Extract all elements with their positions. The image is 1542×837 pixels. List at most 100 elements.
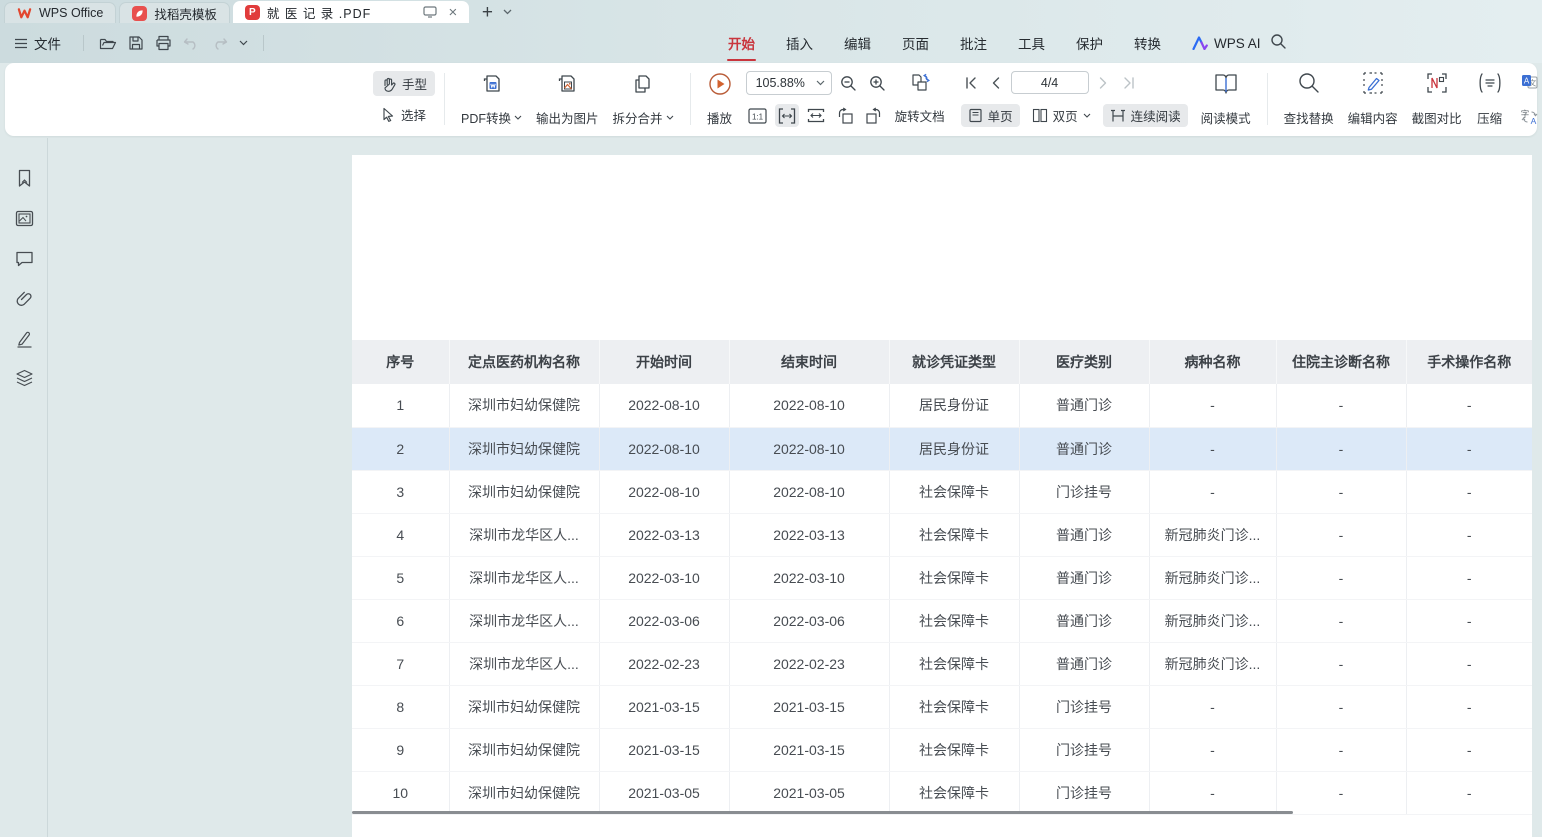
- present-monitor-icon[interactable]: [422, 4, 438, 20]
- divider: [83, 35, 84, 51]
- table-cell: -: [1276, 384, 1406, 427]
- rotate-right-icon[interactable]: [862, 104, 886, 127]
- table-cell: 社会保障卡: [889, 513, 1019, 556]
- svg-text:字: 字: [1521, 109, 1529, 119]
- ribbon-tab-home[interactable]: 开始: [727, 29, 756, 57]
- close-tab-icon[interactable]: ×: [445, 4, 461, 20]
- select-tool-button[interactable]: 选择: [373, 102, 435, 127]
- table-cell: 居民身份证: [889, 427, 1019, 470]
- ribbon-tab-edit[interactable]: 编辑: [843, 29, 872, 57]
- table-cell: 深圳市龙华区人...: [449, 642, 599, 685]
- table-cell: 深圳市龙华区人...: [449, 513, 599, 556]
- compress-icon: [1476, 71, 1504, 95]
- table-cell: 2021-03-05: [599, 771, 729, 814]
- new-tab-button[interactable]: +: [482, 3, 493, 22]
- ribbon-tab-insert[interactable]: 插入: [785, 29, 814, 57]
- column-header: 病种名称: [1149, 340, 1276, 384]
- pdf-convert-button[interactable]: PDF转换: [454, 70, 529, 128]
- prev-page-icon[interactable]: [986, 72, 1006, 94]
- table-cell: 3: [352, 470, 449, 513]
- file-menu-button[interactable]: 文件: [14, 33, 61, 53]
- fit-page-icon[interactable]: [804, 104, 828, 127]
- full-translate-button[interactable]: 文A 全文翻译: [1521, 72, 1542, 91]
- tab-list-chevron-icon[interactable]: [503, 9, 512, 15]
- column-header: 序号: [352, 340, 449, 384]
- split-merge-button[interactable]: 拆分合并: [606, 70, 681, 128]
- table-cell: 2021-03-15: [729, 728, 889, 771]
- cursor-icon: [381, 107, 395, 122]
- column-header: 定点医药机构名称: [449, 340, 599, 384]
- table-horizontal-scrollbar[interactable]: [352, 811, 1293, 814]
- bookmark-panel-icon[interactable]: [0, 158, 48, 198]
- table-cell: 2022-03-10: [729, 556, 889, 599]
- layers-panel-icon[interactable]: [0, 358, 48, 398]
- ribbon-search-icon[interactable]: [1270, 33, 1287, 50]
- ribbon-tab-tools[interactable]: 工具: [1017, 29, 1046, 57]
- table-row: 7深圳市龙华区人...2022-02-232022-02-23社会保障卡普通门诊…: [352, 642, 1532, 685]
- table-cell: 9: [352, 728, 449, 771]
- ribbon-tab-convert[interactable]: 转换: [1133, 29, 1162, 57]
- table-cell: 深圳市妇幼保健院: [449, 470, 599, 513]
- edit-content-button[interactable]: 编辑内容: [1341, 70, 1405, 128]
- table-row: 6深圳市龙华区人...2022-03-062022-03-06社会保障卡普通门诊…: [352, 599, 1532, 642]
- play-button[interactable]: 播放: [700, 70, 740, 128]
- rotate-pages-icon[interactable]: [909, 72, 933, 95]
- save-icon[interactable]: [128, 35, 144, 51]
- undo-history-chevron-icon[interactable]: [239, 40, 248, 46]
- full-translate-icon: 文A: [1521, 74, 1538, 89]
- ribbon-tab-page[interactable]: 页面: [901, 29, 930, 57]
- table-cell: 普通门诊: [1019, 556, 1149, 599]
- ribbon-tab-comment[interactable]: 批注: [959, 29, 988, 57]
- pdf-page: 序号定点医药机构名称开始时间结束时间就诊凭证类型医疗类别病种名称住院主诊断名称手…: [352, 155, 1532, 837]
- tab-wps-office[interactable]: WPS Office: [4, 2, 116, 23]
- chevron-down-icon: [1083, 113, 1091, 118]
- find-replace-button[interactable]: 查找替换: [1277, 70, 1341, 128]
- table-cell: -: [1406, 642, 1532, 685]
- export-image-button[interactable]: 输出为图片: [529, 70, 606, 128]
- word-translate-button[interactable]: 字A 划词翻译: [1521, 107, 1542, 126]
- wps-ai-button[interactable]: WPS AI: [1192, 24, 1261, 62]
- tab-document-pdf[interactable]: P 就 医 记 录 .PDF ×: [233, 1, 469, 23]
- rotate-doc-button[interactable]: 旋转文档: [895, 106, 945, 125]
- wps-ai-label: WPS AI: [1214, 36, 1261, 51]
- screenshot-compare-button[interactable]: 截图对比: [1405, 70, 1469, 128]
- table-cell: 2022-08-10: [729, 427, 889, 470]
- compress-button[interactable]: 压缩: [1469, 70, 1511, 128]
- open-folder-icon[interactable]: [99, 36, 117, 51]
- export-image-icon: [554, 71, 580, 97]
- last-page-icon[interactable]: [1119, 72, 1139, 94]
- rotate-left-icon[interactable]: [833, 104, 857, 127]
- thumbnail-panel-icon[interactable]: [0, 198, 48, 238]
- zoom-level-select[interactable]: 105.88%: [746, 71, 832, 95]
- first-page-icon[interactable]: [961, 72, 981, 94]
- table-row: 5深圳市龙华区人...2022-03-102022-03-10社会保障卡普通门诊…: [352, 556, 1532, 599]
- comment-panel-icon[interactable]: [0, 238, 48, 278]
- wps-ai-logo-icon: [1192, 36, 1208, 50]
- single-page-button[interactable]: 单页: [961, 104, 1020, 127]
- hand-tool-button[interactable]: 手型: [373, 71, 435, 96]
- next-page-icon[interactable]: [1094, 72, 1114, 94]
- zoom-out-icon[interactable]: [837, 72, 861, 95]
- read-mode-label: 阅读模式: [1201, 108, 1251, 127]
- document-area: 序号定点医药机构名称开始时间结束时间就诊凭证类型医疗类别病种名称住院主诊断名称手…: [0, 138, 1542, 837]
- zoom-in-icon[interactable]: [866, 72, 890, 95]
- read-mode-button[interactable]: 阅读模式: [1194, 70, 1258, 128]
- column-header: 手术操作名称: [1406, 340, 1532, 384]
- tab-docer-templates[interactable]: 找稻壳模板: [119, 2, 230, 23]
- page-number-input[interactable]: [1011, 71, 1089, 94]
- table-row: 1深圳市妇幼保健院2022-08-102022-08-10居民身份证普通门诊--…: [352, 384, 1532, 427]
- table-cell: 2022-08-10: [599, 384, 729, 427]
- signature-panel-icon[interactable]: [0, 318, 48, 358]
- table-cell: 深圳市妇幼保健院: [449, 427, 599, 470]
- fit-width-icon[interactable]: [775, 104, 799, 127]
- attachment-panel-icon[interactable]: [0, 278, 48, 318]
- ribbon-tab-protect[interactable]: 保护: [1075, 29, 1104, 57]
- continuous-read-button[interactable]: 连续阅读: [1103, 104, 1188, 127]
- hamburger-icon: [14, 38, 28, 49]
- search-icon: [1297, 71, 1321, 95]
- print-icon[interactable]: [155, 35, 172, 51]
- table-cell: 2021-03-15: [599, 685, 729, 728]
- double-page-button[interactable]: 双页: [1025, 104, 1098, 127]
- actual-size-icon[interactable]: 1:1: [746, 104, 770, 127]
- table-cell: 深圳市妇幼保健院: [449, 685, 599, 728]
